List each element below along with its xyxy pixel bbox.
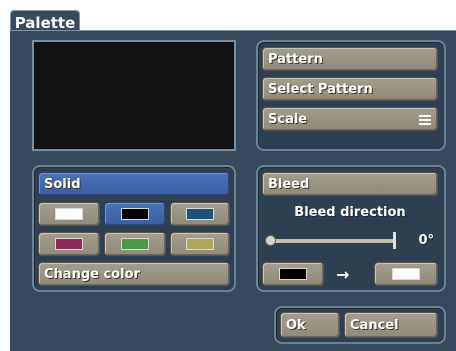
bleed-to-swatch — [392, 268, 420, 280]
swatch-black — [121, 208, 149, 220]
ok-button[interactable]: Ok — [280, 312, 340, 338]
swatch-olive — [186, 238, 214, 250]
swatch-blue — [186, 208, 214, 220]
cancel-button[interactable]: Cancel — [344, 312, 438, 338]
color-swatch-1[interactable] — [38, 202, 100, 226]
bleed-direction-slider-track[interactable] — [266, 239, 394, 243]
menu-icon — [419, 115, 431, 127]
color-preview — [32, 40, 236, 151]
color-swatch-6[interactable] — [170, 232, 230, 256]
slider-end-marker — [393, 232, 396, 249]
bleed-direction-value: 0° — [418, 233, 434, 248]
bleed-direction-slider-knob[interactable] — [265, 235, 276, 246]
color-swatch-5[interactable] — [104, 232, 166, 256]
bleed-from-swatch — [279, 268, 307, 280]
select-pattern-button[interactable]: Select Pattern — [262, 77, 438, 101]
scale-button[interactable]: Scale — [262, 107, 438, 131]
swatch-green — [121, 238, 149, 250]
bleed-from-color-button[interactable] — [262, 262, 324, 286]
color-swatch-2[interactable] — [104, 202, 166, 226]
color-swatch-4[interactable] — [38, 232, 100, 256]
scale-label: Scale — [268, 111, 308, 127]
swatch-white — [55, 208, 83, 220]
arrow-right-icon: → — [336, 265, 350, 284]
bleed-button[interactable]: Bleed — [262, 172, 438, 196]
color-swatch-3[interactable] — [170, 202, 230, 226]
solid-mode-button[interactable]: Solid — [38, 172, 230, 196]
bleed-direction-label: Bleed direction — [294, 205, 406, 220]
bleed-to-color-button[interactable] — [374, 262, 438, 286]
pattern-button[interactable]: Pattern — [262, 47, 438, 71]
swatch-magenta — [55, 238, 83, 250]
change-color-button[interactable]: Change color — [38, 262, 230, 286]
